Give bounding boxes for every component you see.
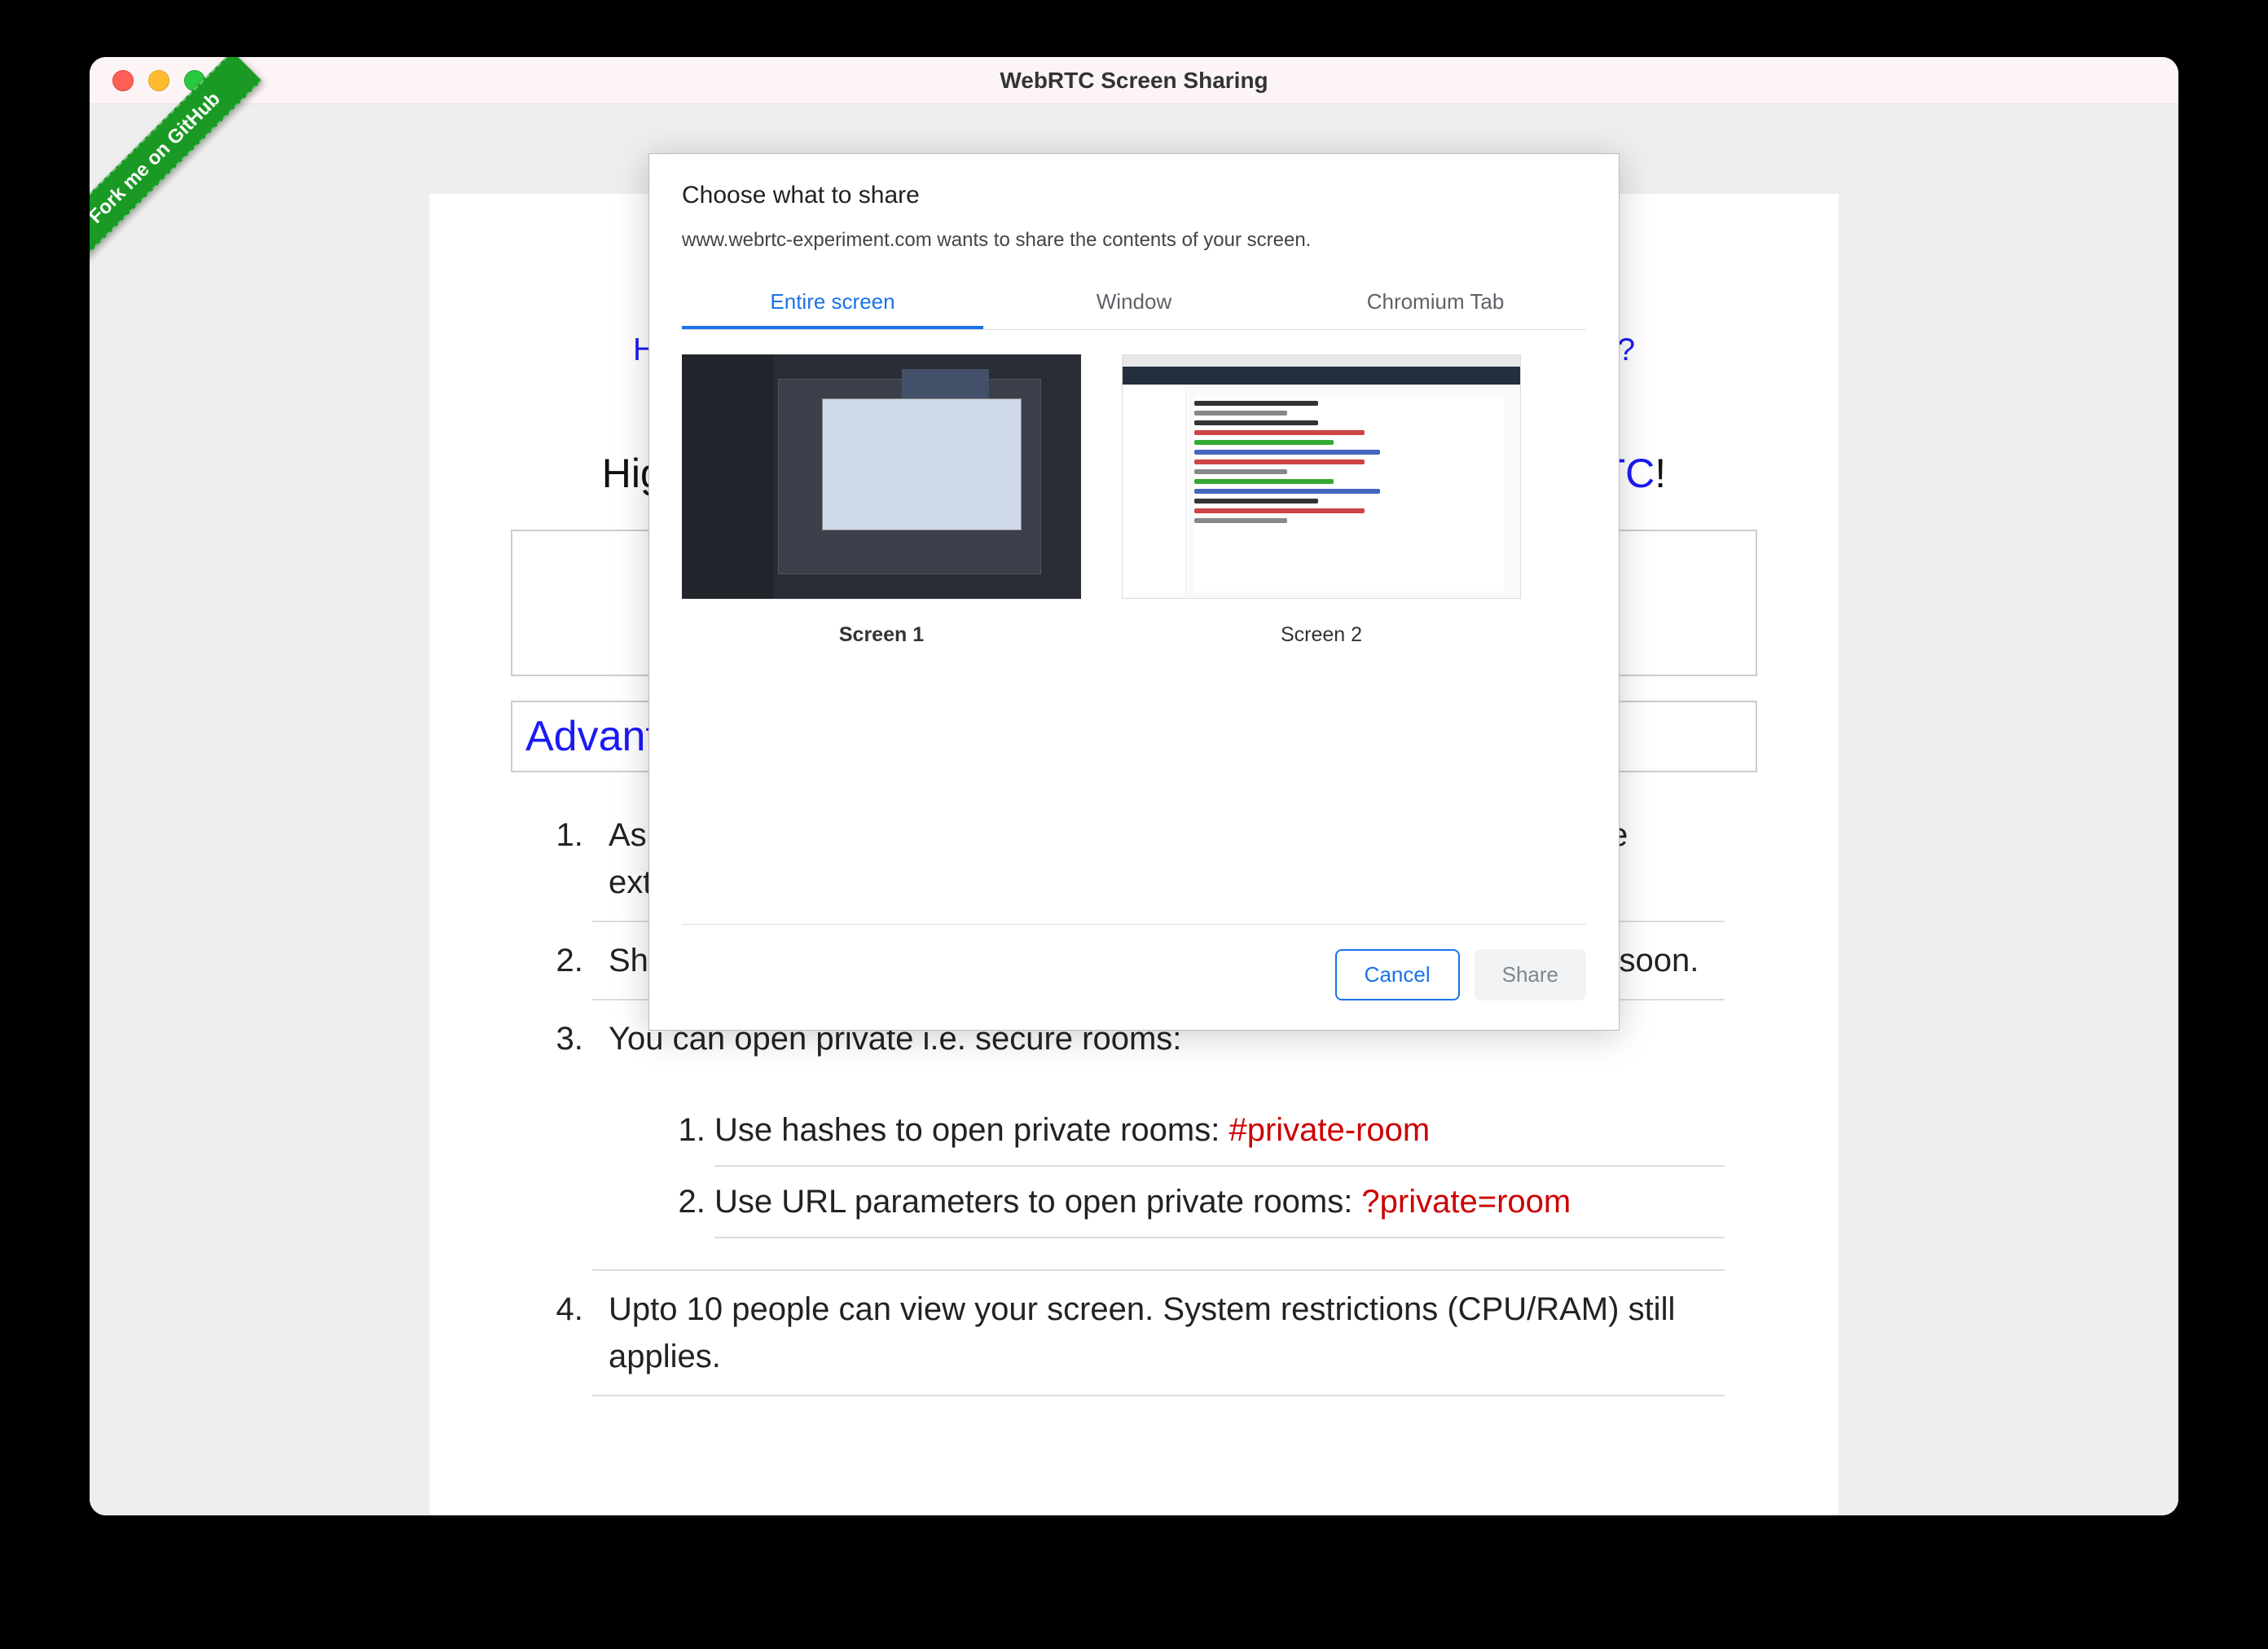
tab-entire-screen[interactable]: Entire screen bbox=[682, 278, 983, 329]
adv-text: As bbox=[609, 817, 647, 853]
screen-option-2[interactable]: Screen 2 bbox=[1122, 354, 1521, 899]
screen2-thumbnail[interactable] bbox=[1122, 354, 1521, 599]
dialog-subtitle: www.webrtc-experiment.com wants to share… bbox=[649, 214, 1619, 255]
titlebar: WebRTC Screen Sharing bbox=[90, 57, 2178, 104]
list-item: Upto 10 people can view your screen. Sys… bbox=[592, 1271, 1725, 1396]
dialog-body: Screen 1 bbox=[682, 329, 1586, 925]
content-area: Fork me on GitHub HO w? High RTC! Advant… bbox=[90, 104, 2178, 1515]
dialog-tabs: Entire screen Window Chromium Tab bbox=[682, 278, 1586, 329]
tab-window[interactable]: Window bbox=[983, 278, 1285, 329]
screen2-label: Screen 2 bbox=[1122, 623, 1521, 647]
list-item: You can open private i.e. secure rooms: … bbox=[592, 1000, 1725, 1271]
dialog-footer: Cancel Share bbox=[649, 925, 1619, 1030]
share-button[interactable]: Share bbox=[1475, 949, 1586, 1000]
pr-text: Use URL parameters to open private rooms… bbox=[714, 1184, 1361, 1220]
share-dialog: Choose what to share www.webrtc-experime… bbox=[648, 153, 1620, 1031]
pr-code: ?private=room bbox=[1361, 1184, 1571, 1220]
dialog-title: Choose what to share bbox=[649, 154, 1619, 214]
list-item: Use hashes to open private rooms: #priva… bbox=[714, 1095, 1725, 1167]
window-title: WebRTC Screen Sharing bbox=[90, 68, 2178, 94]
list-item: Use URL parameters to open private rooms… bbox=[714, 1167, 1725, 1238]
cancel-button[interactable]: Cancel bbox=[1335, 949, 1460, 1000]
tab-chromium-tab[interactable]: Chromium Tab bbox=[1285, 278, 1586, 329]
private-rooms-list: Use hashes to open private rooms: #priva… bbox=[682, 1095, 1725, 1238]
pr-code: #private-room bbox=[1228, 1112, 1430, 1148]
pr-text: Use hashes to open private rooms: bbox=[714, 1112, 1228, 1148]
screen-option-1[interactable]: Screen 1 bbox=[682, 354, 1081, 899]
headline-bang: ! bbox=[1655, 451, 1666, 496]
screen1-label: Screen 1 bbox=[682, 623, 1081, 647]
screen1-thumbnail[interactable] bbox=[682, 354, 1081, 599]
app-window: WebRTC Screen Sharing Fork me on GitHub … bbox=[90, 57, 2178, 1515]
